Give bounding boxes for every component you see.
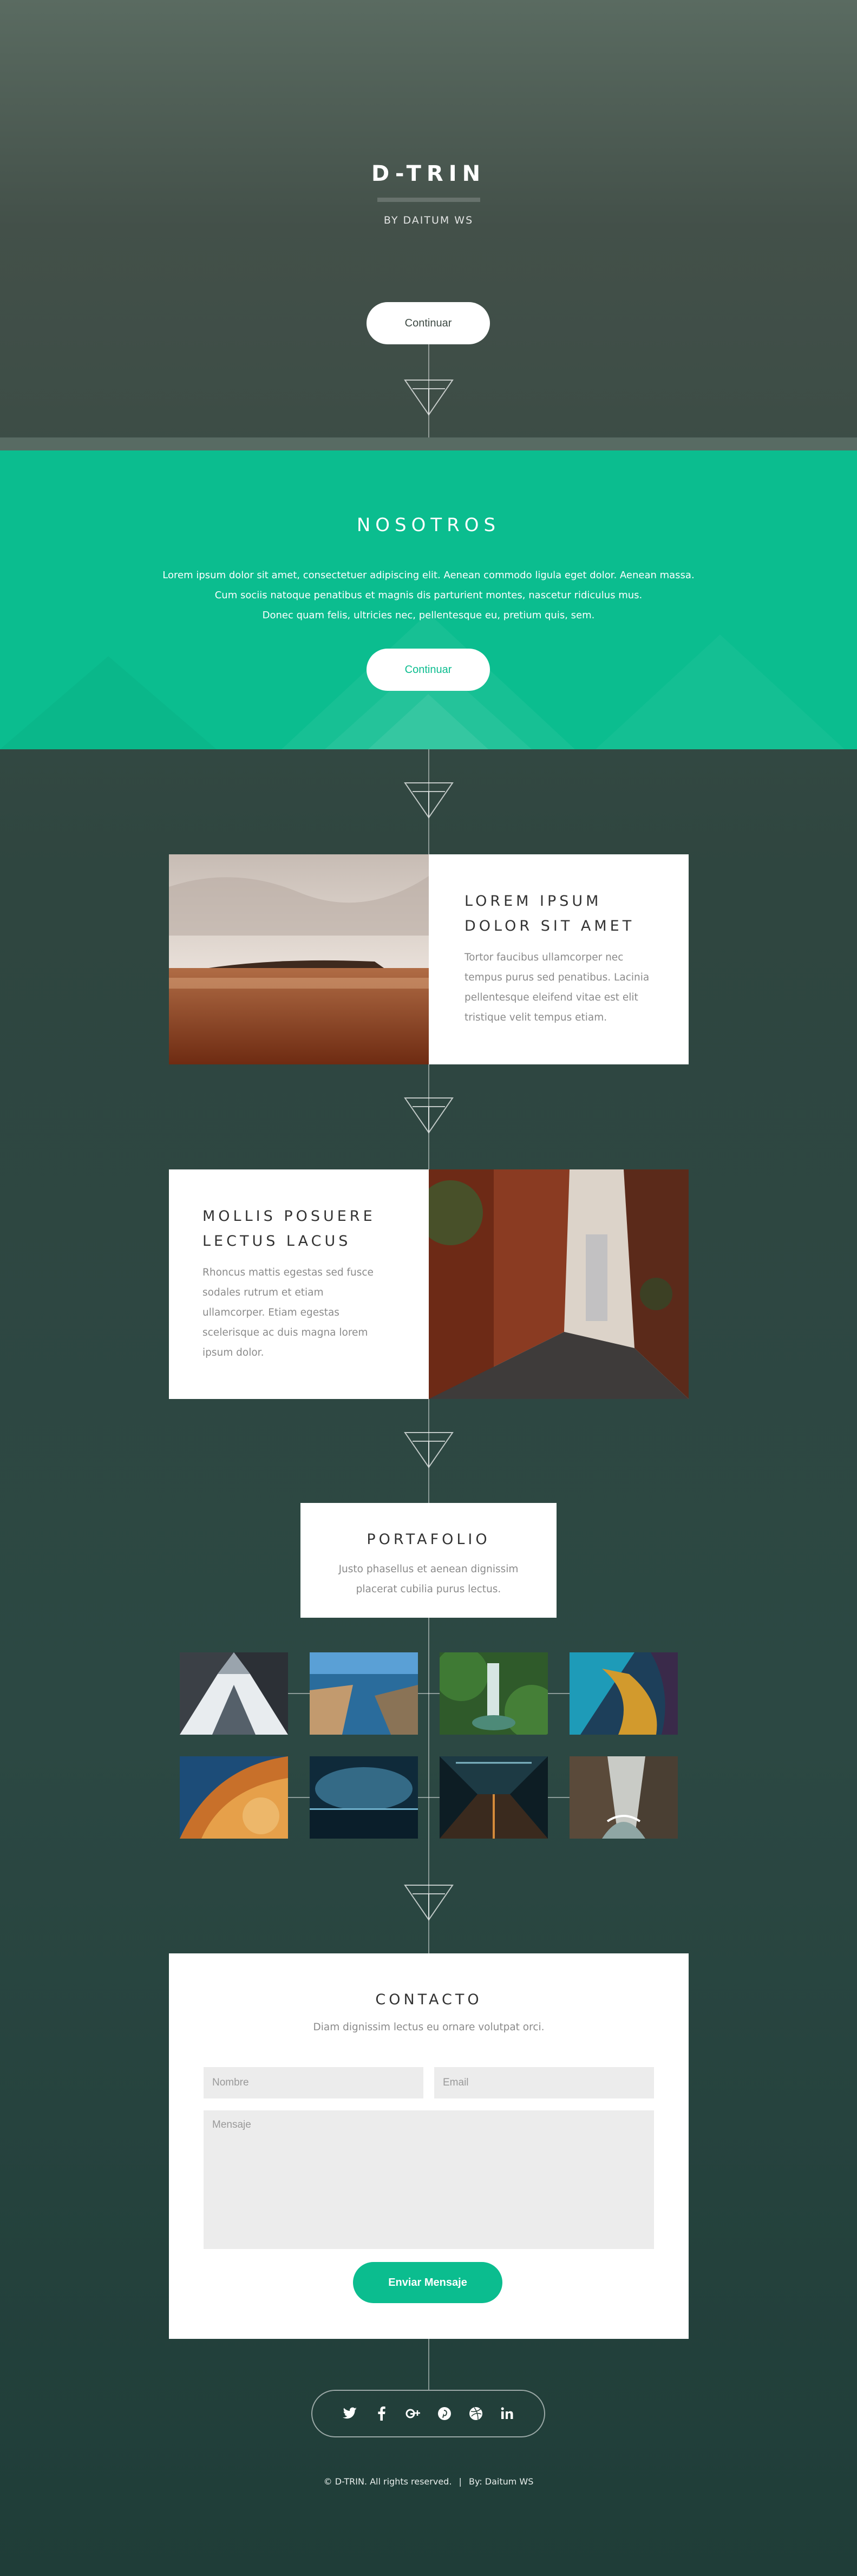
alley-photo [429, 1169, 689, 1399]
feature-title-line: DOLOR SIT AMET [465, 918, 635, 934]
portfolio-thumb[interactable] [440, 1652, 548, 1735]
copyright-text: © D-TRIN. All rights reserved. [323, 2476, 452, 2487]
feature-title: MOLLIS POSUERE LECTUS LACUS [202, 1204, 376, 1254]
page: D-TRIN BY DAITUM WS Continuar NOSOTROS L… [0, 0, 857, 2576]
continue-button[interactable]: Continuar [367, 302, 490, 344]
feature-text-line: ipsum dolor. [202, 1347, 264, 1358]
footer-separator: | [459, 2476, 462, 2487]
feature-text: Tortor faucibus ullamcorper nec tempus p… [465, 947, 649, 1028]
portfolio-thumb[interactable] [310, 1756, 418, 1839]
send-message-button[interactable]: Enviar Mensaje [353, 2262, 502, 2303]
feature-card: MOLLIS POSUERE LECTUS LACUS Rhoncus matt… [169, 1169, 689, 1399]
divider-band [0, 437, 857, 450]
portfolio-text-line: Justo phasellus et aenean dignissim [338, 1564, 519, 1575]
message-field[interactable] [204, 2110, 654, 2249]
portfolio-thumb[interactable] [440, 1756, 548, 1839]
feature-text-line: tristique velit tempus etiam. [465, 1012, 607, 1023]
feature-title-line: LECTUS LACUS [202, 1233, 351, 1250]
feature-text-line: tempus purus sed penatibus. Lacinia [465, 972, 650, 983]
portfolio-thumb[interactable] [180, 1756, 288, 1839]
feature-text-line: Tortor faucibus ullamcorper nec [465, 952, 624, 963]
contact-subtitle: Diam dignissim lectus eu ornare volutpat… [313, 2022, 545, 2033]
down-triangle-icon [404, 1431, 454, 1468]
down-triangle-icon [404, 1097, 454, 1134]
site-title: D-TRIN [371, 161, 486, 186]
name-field[interactable] [204, 2067, 423, 2098]
contact-section: CONTACTO Diam dignissim lectus eu ornare… [169, 1953, 689, 2339]
dribbble-icon[interactable] [465, 2403, 487, 2424]
timeline-line [428, 2339, 429, 2390]
about-title: NOSOTROS [356, 514, 501, 536]
down-triangle-icon [404, 379, 454, 416]
timeline-line [428, 1399, 429, 1953]
feature-text-line: scelerisque ac duis magna lorem [202, 1327, 368, 1338]
about-line: Cum sociis natoque penatibus et magnis d… [214, 590, 643, 601]
footer: © D-TRIN. All rights reserved. | By: Dai… [0, 2476, 857, 2487]
pinterest-icon[interactable] [434, 2403, 455, 2424]
facebook-icon[interactable] [371, 2403, 392, 2424]
feature-text: Rhoncus mattis egestas sed fusce sodales… [202, 1263, 374, 1363]
google-plus-icon[interactable] [402, 2403, 424, 2424]
contact-title: CONTACTO [375, 1991, 482, 2008]
portfolio-header: PORTAFOLIO Justo phasellus et aenean dig… [300, 1503, 557, 1618]
about-continue-button[interactable]: Continuar [367, 649, 490, 691]
about-line: Lorem ipsum dolor sit amet, consectetuer… [162, 570, 695, 581]
site-subtitle: BY DAITUM WS [383, 214, 474, 226]
portfolio-thumb[interactable] [310, 1652, 418, 1735]
portfolio-thumb[interactable] [570, 1756, 678, 1839]
portfolio-thumb[interactable] [570, 1652, 678, 1735]
feature-text-line: Rhoncus mattis egestas sed fusce [202, 1267, 374, 1278]
landscape-photo [169, 854, 429, 1064]
portfolio-text: Justo phasellus et aenean dignissim plac… [322, 1559, 535, 1599]
title-underline [377, 198, 480, 202]
feature-title: LOREM IPSUM DOLOR SIT AMET [465, 889, 634, 939]
feature-title-line: MOLLIS POSUERE [202, 1208, 376, 1225]
down-triangle-icon [404, 782, 454, 819]
credit-link[interactable]: By: Daitum WS [469, 2476, 533, 2487]
feature-text-line: ullamcorper. Etiam egestas [202, 1307, 339, 1318]
twitter-icon[interactable] [339, 2403, 361, 2424]
feature-title-line: LOREM IPSUM [465, 893, 602, 910]
email-field[interactable] [434, 2067, 654, 2098]
feature-text-line: pellentesque eleifend vitae est elit [465, 992, 638, 1003]
social-links [311, 2390, 545, 2437]
about-section: NOSOTROS Lorem ipsum dolor sit amet, con… [0, 450, 857, 749]
feature-text-line: sodales rutrum et etiam [202, 1287, 324, 1298]
portfolio-title: PORTAFOLIO [367, 1531, 490, 1548]
feature-card: LOREM IPSUM DOLOR SIT AMET Tortor faucib… [169, 854, 689, 1064]
portfolio-text-line: placerat cubilia purus lectus. [356, 1584, 501, 1595]
about-text: Lorem ipsum dolor sit amet, consectetuer… [0, 565, 857, 625]
down-triangle-icon [404, 1884, 454, 1921]
about-line: Donec quam felis, ultricies nec, pellent… [262, 610, 595, 621]
linkedin-icon[interactable] [496, 2403, 518, 2424]
portfolio-thumb[interactable] [180, 1652, 288, 1735]
